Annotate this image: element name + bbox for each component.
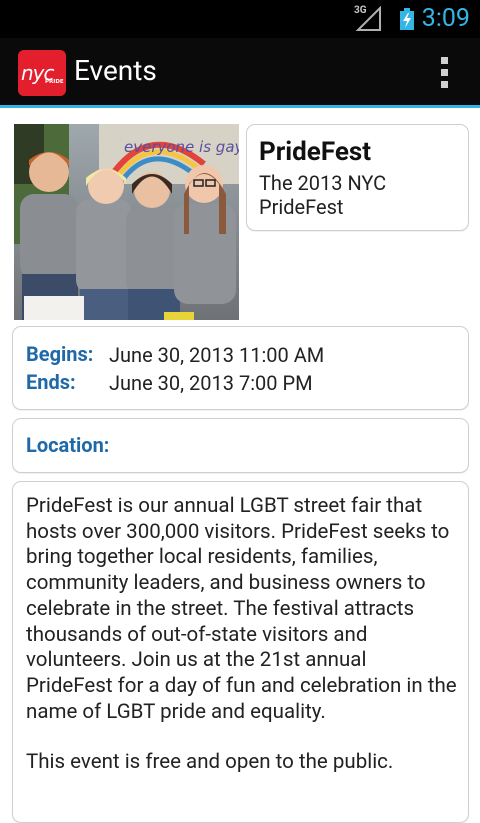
signal-3g-icon: 3G [354,5,384,32]
screen-title: Events [74,54,157,87]
network-type-label: 3G [354,5,367,16]
action-bar: nyc PRIDE Events [0,38,480,108]
begins-value: June 30, 2013 11:00 AM [109,343,325,367]
event-title-card: PrideFest The 2013 NYC PrideFest [246,124,469,231]
ends-label: Ends: [26,370,76,394]
event-dates-card: Begins: June 30, 2013 11:00 AM Ends: Jun… [12,326,469,410]
overflow-menu-icon[interactable] [440,57,450,91]
event-photo: everyone is gay [14,124,239,320]
status-clock: 3:09 [421,4,470,33]
event-subtitle: The 2013 NYC PrideFest [259,171,387,219]
event-name: PrideFest [259,137,372,167]
description-text: PrideFest is our annual LGBT street fair… [26,494,457,724]
event-location-card[interactable]: Location: [12,418,469,473]
event-description-card: PrideFest is our annual LGBT street fair… [12,481,469,823]
app-logo-nyc-pride[interactable]: nyc PRIDE [18,50,66,96]
banner-text: everyone is gay [124,138,239,156]
event-detail-content[interactable]: everyone is gay PrideFest The 2013 NYC P… [0,108,480,823]
status-bar: 3G 3:09 [0,0,480,38]
battery-charging-icon [400,8,414,30]
event-description: PrideFest is our annual LGBT street fair… [26,494,458,801]
location-label: Location: [26,433,110,457]
description-note: This event is free and open to the publi… [26,750,394,775]
ends-value: June 30, 2013 7:00 PM [109,371,313,395]
begins-label: Begins: [26,342,94,366]
svg-text:PRIDE: PRIDE [45,79,64,85]
